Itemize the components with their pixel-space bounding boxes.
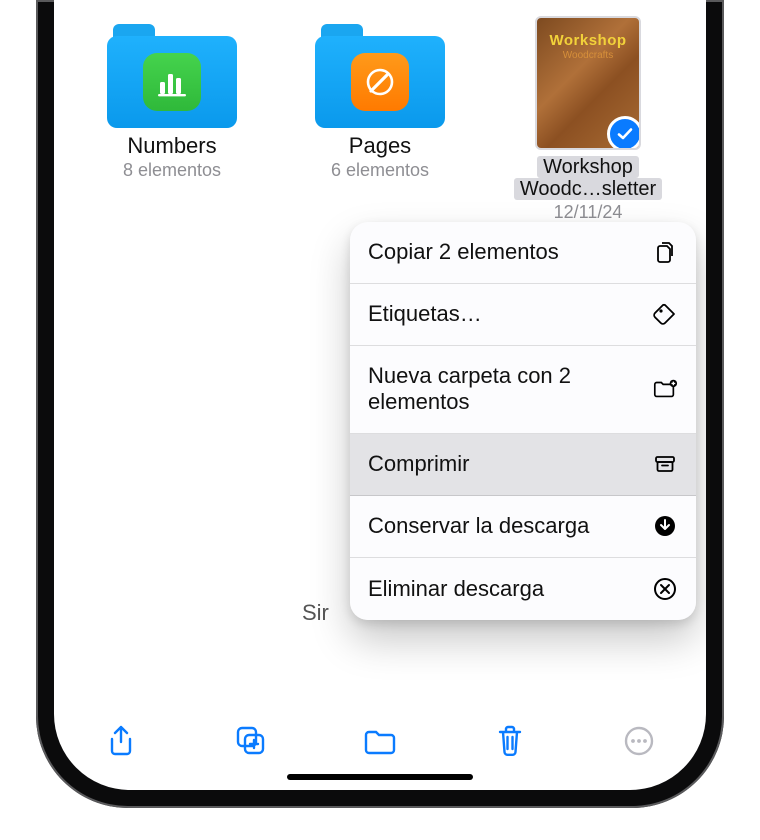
trash-icon: [495, 724, 525, 758]
item-name: Pages: [349, 134, 411, 158]
move-button[interactable]: [361, 722, 399, 760]
menu-item-compress[interactable]: Comprimir: [350, 434, 696, 496]
copy-icon: [652, 240, 678, 266]
item-subtitle: 8 elementos: [123, 160, 221, 181]
file-grid: Numbers 8 elementos P: [54, 0, 706, 223]
tag-icon: [652, 302, 678, 328]
share-icon: [106, 724, 136, 758]
remove-download-icon: [652, 576, 678, 602]
duplicate-icon: [234, 724, 268, 758]
file-workshop-newsletter[interactable]: Workshop Woodcrafts Workshop Woodc…slett…: [496, 16, 680, 223]
download-keep-icon: [652, 513, 678, 539]
more-button[interactable]: [620, 722, 658, 760]
bottom-toolbar: [54, 716, 706, 766]
background-text-fragment: Sir: [302, 600, 329, 626]
numbers-app-icon: [143, 53, 201, 111]
new-folder-icon: [652, 376, 678, 402]
move-folder-icon: [362, 726, 398, 756]
menu-item-label: Eliminar descarga: [368, 576, 544, 602]
share-button[interactable]: [102, 722, 140, 760]
folder-numbers[interactable]: Numbers 8 elementos: [80, 16, 264, 223]
menu-item-label: Copiar 2 elementos: [368, 239, 559, 265]
device-frame: Numbers 8 elementos P: [36, 0, 724, 808]
delete-button[interactable]: [491, 722, 529, 760]
menu-item-label: Conservar la descarga: [368, 513, 589, 539]
selection-checkmark-icon: [607, 116, 641, 150]
home-indicator[interactable]: [287, 774, 473, 780]
document-thumbnail: Workshop Woodcrafts: [535, 16, 641, 150]
folder-icon: [107, 16, 237, 128]
menu-item-tags[interactable]: Etiquetas…: [350, 284, 696, 346]
menu-item-label: Comprimir: [368, 451, 469, 477]
more-icon: [623, 725, 655, 757]
archive-icon: [652, 451, 678, 477]
item-name: Numbers: [127, 134, 216, 158]
menu-item-label: Etiquetas…: [368, 301, 482, 327]
screen: Numbers 8 elementos P: [54, 0, 706, 790]
folder-icon: [315, 16, 445, 128]
pages-app-icon: [351, 53, 409, 111]
menu-item-keep-download[interactable]: Conservar la descarga: [350, 496, 696, 558]
item-name: Workshop Woodc…sletter: [514, 156, 662, 200]
item-subtitle: 6 elementos: [331, 160, 429, 181]
duplicate-button[interactable]: [232, 722, 270, 760]
menu-item-new-folder[interactable]: Nueva carpeta con 2 elementos: [350, 346, 696, 434]
thumb-title: Workshop: [537, 32, 639, 49]
item-date: 12/11/24: [554, 202, 623, 223]
menu-item-remove-download[interactable]: Eliminar descarga: [350, 558, 696, 620]
menu-item-label: Nueva carpeta con 2 elementos: [368, 363, 628, 416]
menu-item-copy[interactable]: Copiar 2 elementos: [350, 222, 696, 284]
folder-pages[interactable]: Pages 6 elementos: [288, 16, 472, 223]
context-menu: Copiar 2 elementos Etiquetas… Nueva carp…: [350, 222, 696, 620]
thumb-subtitle: Woodcrafts: [537, 50, 639, 61]
